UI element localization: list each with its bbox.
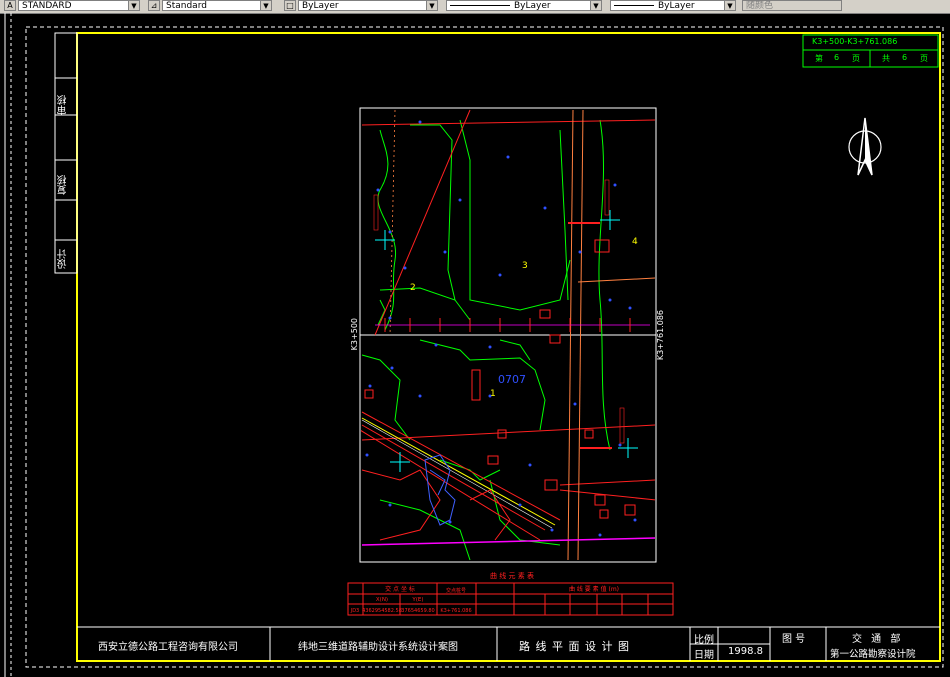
- map-number-2: 2: [410, 283, 416, 293]
- station-label-left: K3+500: [350, 318, 359, 351]
- date-value: 1998.8: [728, 646, 763, 657]
- map-number-1: 1: [490, 389, 496, 399]
- table-cell-id: JD3: [350, 608, 360, 614]
- table-header-elements: 曲 线 要 素 值 (m): [569, 585, 619, 593]
- color-value: ByLayer: [302, 1, 339, 11]
- text-style-icon[interactable]: A: [4, 0, 16, 11]
- station-range-label: K3+500-K3+761.086: [812, 37, 898, 46]
- total-unit: 页: [920, 54, 928, 63]
- linetype-sample: [450, 5, 510, 6]
- map-number-4: 4: [632, 237, 638, 247]
- drawing-no-label: 图 号: [782, 634, 806, 645]
- table-header-station: 交点桩号: [446, 587, 466, 594]
- table-cell-y: 37654659.80: [401, 608, 434, 614]
- side-label-review: 审核: [58, 95, 69, 115]
- lineweight-value: ByLayer: [658, 1, 695, 11]
- date-label: 日期: [694, 650, 714, 661]
- drawing-svg: 3 2 4 1 0707 曲 线 元 素 表 交 点 坐 标 交点桩号 曲 线 …: [4, 13, 944, 677]
- drawing-frame: [76, 32, 941, 662]
- properties-toolbar: A STANDARD ▼ ⊿ Standard ▼ □ ByLayer ▼ By…: [0, 0, 950, 14]
- dim-style-icon[interactable]: ⊿: [148, 0, 160, 11]
- table-title: 曲 线 元 素 表: [490, 571, 534, 580]
- chevron-down-icon[interactable]: ▼: [260, 1, 271, 10]
- total-prefix: 共: [882, 54, 890, 63]
- plot-style-value: 随颜色: [746, 1, 774, 11]
- dim-style-select[interactable]: Standard ▼: [162, 0, 272, 11]
- linetype-value: ByLayer: [514, 1, 551, 11]
- color-select[interactable]: ByLayer ▼: [298, 0, 438, 11]
- map-code-label: 0707: [498, 373, 526, 386]
- plot-style-select: 随颜色: [742, 0, 842, 11]
- side-strip: [54, 32, 78, 274]
- chevron-down-icon[interactable]: ▼: [128, 1, 139, 10]
- chevron-down-icon[interactable]: ▼: [590, 1, 601, 10]
- lineweight-sample: [614, 5, 654, 6]
- drawing-title: 路 线 平 面 设 计 图: [519, 640, 630, 653]
- drawing-canvas[interactable]: 3 2 4 1 0707 曲 线 元 素 表 交 点 坐 标 交点桩号 曲 线 …: [0, 13, 950, 677]
- scale-label: 比例: [694, 635, 714, 646]
- text-style-value: STANDARD: [22, 1, 72, 11]
- sheet-number: 6: [834, 53, 840, 62]
- map-number-3: 3: [522, 261, 528, 271]
- north-arrow-icon: [848, 117, 882, 176]
- project-name: 纬地三维道路辅助设计系统设计案图: [298, 642, 458, 653]
- chevron-down-icon[interactable]: ▼: [426, 1, 437, 10]
- dim-style-value: Standard: [166, 1, 207, 11]
- chevron-down-icon[interactable]: ▼: [724, 1, 735, 10]
- lineweight-select[interactable]: ByLayer ▼: [610, 0, 736, 11]
- total-sheets: 6: [902, 53, 908, 62]
- linetype-select[interactable]: ByLayer ▼: [446, 0, 602, 11]
- sheet-unit: 页: [852, 54, 860, 63]
- color-swatch-icon[interactable]: □: [284, 0, 296, 11]
- text-style-select[interactable]: STANDARD ▼: [18, 0, 140, 11]
- side-label-check: 复核: [58, 175, 69, 195]
- table-header-coords: 交 点 坐 标: [385, 585, 415, 593]
- sheet-prefix: 第: [815, 54, 823, 63]
- table-subheader-x: X(N): [376, 597, 388, 603]
- dept-line2: 第一公路勘察设计院: [830, 649, 916, 660]
- table-subheader-y: Y(E): [411, 597, 423, 603]
- side-label-design: 设计: [58, 249, 69, 269]
- company-name: 西安立德公路工程咨询有限公司: [98, 642, 238, 653]
- dept-line1: 交 通 部: [852, 634, 904, 645]
- table-cell-x: 4362954582.58: [362, 608, 402, 614]
- station-label-right: K3+761.086: [656, 310, 665, 361]
- table-cell-station: K3+761.086: [440, 608, 471, 614]
